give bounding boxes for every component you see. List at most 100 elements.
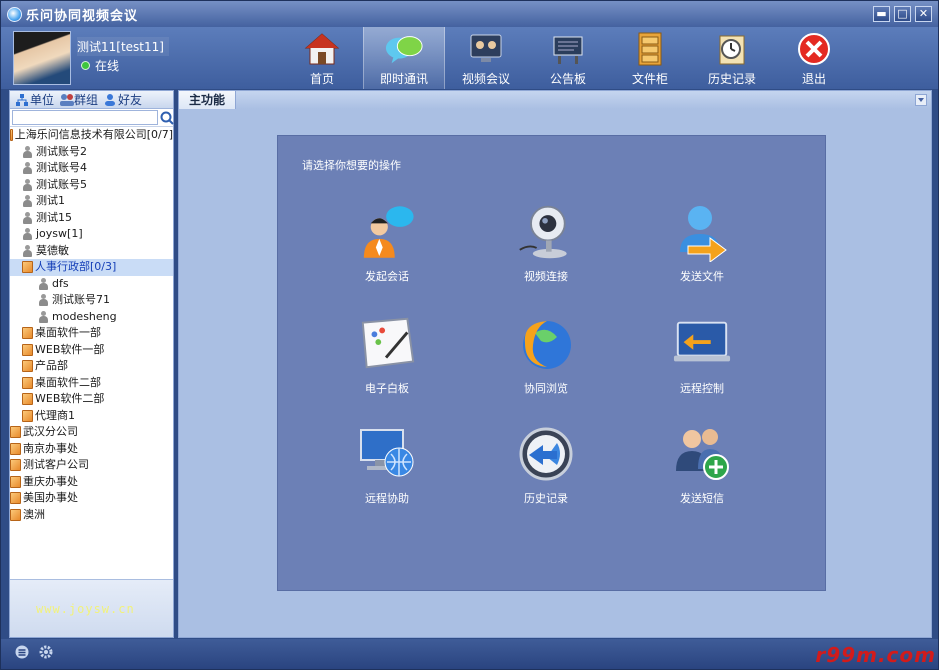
friend-icon <box>104 93 116 106</box>
folder-icon <box>10 492 21 505</box>
webcam-icon <box>516 202 576 262</box>
tree-contact-item[interactable]: 测试账号4 <box>10 160 173 177</box>
tree-contact-item[interactable]: joysw[1] <box>10 226 173 243</box>
video-connect-label: 视频连接 <box>524 270 568 283</box>
website-link[interactable]: www.joysw.cn <box>36 602 135 616</box>
toolbar-exit-button[interactable]: 退出 <box>773 27 855 89</box>
whiteboard-icon <box>357 314 417 374</box>
menu-icon[interactable] <box>15 645 29 659</box>
tab-groups[interactable]: 群组 <box>60 91 98 108</box>
tree-item-label: 上海乐问信息技术有限公司[0/7] <box>14 128 173 141</box>
tab-friends[interactable]: 好友 <box>104 91 142 108</box>
contact-search-input[interactable] <box>12 110 158 125</box>
folder-icon <box>10 508 21 521</box>
window-controls: ▬ □ ✕ <box>873 6 932 22</box>
history-clock-icon <box>516 424 576 484</box>
video-connect-button[interactable]: 视频连接 <box>491 202 601 284</box>
remote-control-button[interactable]: 远程控制 <box>647 314 757 396</box>
toolbar-im-button[interactable]: 即时通讯 <box>363 27 445 89</box>
send-sms-button[interactable]: 发送短信 <box>647 424 757 506</box>
sidebar-tabs: 单位 群组 好友 <box>10 91 173 109</box>
start-chat-button[interactable]: 发起会话 <box>332 202 442 284</box>
send-file-button[interactable]: 发送文件 <box>647 202 757 284</box>
tab-organization-label: 单位 <box>30 93 55 107</box>
tree-folder-item[interactable]: 测试客户公司 <box>10 457 173 474</box>
co-browse-icon <box>516 314 576 374</box>
toolbar-video-label: 视频会议 <box>461 72 510 86</box>
history-icon <box>712 30 752 68</box>
tree-contact-item[interactable]: 测试账号5 <box>10 177 173 194</box>
co-browse-button[interactable]: 协同浏览 <box>491 314 601 396</box>
minimize-button[interactable]: ▬ <box>873 6 890 22</box>
main-area: 主功能 请选择你想要的操作 发起会话 视频连接 发送文件 电子白板 协同浏览 远… <box>178 90 932 638</box>
main-tabbar: 主功能 <box>179 91 931 109</box>
status-label: 在线 <box>95 59 120 73</box>
tree-folder-item[interactable]: 代理商1 <box>10 408 173 425</box>
history-records-button[interactable]: 历史记录 <box>491 424 601 506</box>
history-records-label: 历史记录 <box>524 492 568 505</box>
tree-folder-item[interactable]: 重庆办事处 <box>10 474 173 491</box>
close-button[interactable]: ✕ <box>915 6 932 22</box>
toolbar-board-button[interactable]: 公告板 <box>527 27 609 89</box>
tree-item-label: modesheng <box>52 309 117 323</box>
toolbar-im-label: 即时通讯 <box>379 72 428 86</box>
toolbar-video-button[interactable]: 视频会议 <box>445 27 527 89</box>
folder-icon <box>22 360 33 373</box>
tree-folder-item[interactable]: 桌面软件一部 <box>10 325 173 342</box>
tab-main-functions[interactable]: 主功能 <box>179 91 236 109</box>
contact-tree: 上海乐问信息技术有限公司[0/7] 测试账号2 测试账号4 测试账号5 测试1 测试15 j… <box>10 127 173 579</box>
tree-item-label: 测试1 <box>36 194 65 207</box>
tree-folder-item[interactable]: 武汉分公司 <box>10 424 173 441</box>
tree-folder-item[interactable]: 南京办事处 <box>10 441 173 458</box>
user-icon <box>38 277 49 290</box>
whiteboard-button[interactable]: 电子白板 <box>332 314 442 396</box>
maximize-button[interactable]: □ <box>894 6 911 22</box>
folder-icon <box>22 261 33 274</box>
tree-item-label: 南京办事处 <box>23 441 78 455</box>
tree-item-label: 重庆办事处 <box>23 474 78 488</box>
folder-icon <box>22 343 33 356</box>
tree-folder-item[interactable]: 人事行政部[0/3] <box>10 259 173 276</box>
tree-contact-item[interactable]: 测试15 <box>10 210 173 227</box>
folder-icon <box>10 442 21 455</box>
folder-icon <box>22 409 33 422</box>
tree-item-label: dfs <box>52 276 69 290</box>
search-row <box>10 109 174 127</box>
tree-folder-item[interactable]: 桌面软件二部 <box>10 375 173 392</box>
toolbar-board-label: 公告板 <box>549 72 586 86</box>
tree-item-label: 测试账号5 <box>36 177 87 191</box>
tree-folder-item[interactable]: 产品部 <box>10 358 173 375</box>
notice-board-icon <box>548 30 588 68</box>
search-icon[interactable] <box>160 111 174 125</box>
send-file-icon <box>672 202 732 262</box>
avatar[interactable] <box>13 31 71 85</box>
tree-folder-item[interactable]: 美国办事处 <box>10 490 173 507</box>
tree-folder-item[interactable]: WEB软件一部 <box>10 342 173 359</box>
gear-icon[interactable] <box>39 645 53 659</box>
toolbar-cabinet-label: 文件柜 <box>631 72 668 86</box>
tree-item-label: 测试账号4 <box>36 161 87 174</box>
user-status[interactable]: 在线 <box>81 57 119 74</box>
whiteboard-label: 电子白板 <box>365 382 409 395</box>
tree-contact-item[interactable]: 测试账号71 <box>10 292 173 309</box>
toolbar-cabinet-button[interactable]: 文件柜 <box>609 27 691 89</box>
tree-contact-item[interactable]: modesheng <box>10 309 173 326</box>
toolbar-home-button[interactable]: 首页 <box>281 27 363 89</box>
remote-assist-button[interactable]: 远程协助 <box>332 424 442 506</box>
tree-folder-item[interactable]: 澳洲 <box>10 507 173 524</box>
tree-contact-item[interactable]: 测试1 <box>10 193 173 210</box>
title-bar[interactable]: 乐问协同视频会议 ▬ □ ✕ <box>1 1 938 27</box>
tree-contact-item[interactable]: dfs <box>10 276 173 293</box>
chat-bubbles-icon <box>384 30 424 68</box>
toolbar-history-button[interactable]: 历史记录 <box>691 27 773 89</box>
folder-icon <box>10 475 21 488</box>
tree-folder-item[interactable]: 上海乐问信息技术有限公司[0/7] <box>10 127 173 144</box>
tree-contact-item[interactable]: 测试账号2 <box>10 144 173 161</box>
tree-folder-item[interactable]: WEB软件二部 <box>10 391 173 408</box>
video-conference-icon <box>466 30 506 68</box>
tree-contact-item[interactable]: 莫德敏 <box>10 243 173 260</box>
app-window: 乐问协同视频会议 ▬ □ ✕ 测试11[test11] 在线 首页 即时通讯 视… <box>0 0 939 670</box>
toolbar-exit-label: 退出 <box>801 72 826 86</box>
tab-organization[interactable]: 单位 <box>16 91 54 108</box>
tab-dropdown-icon[interactable] <box>915 94 927 106</box>
